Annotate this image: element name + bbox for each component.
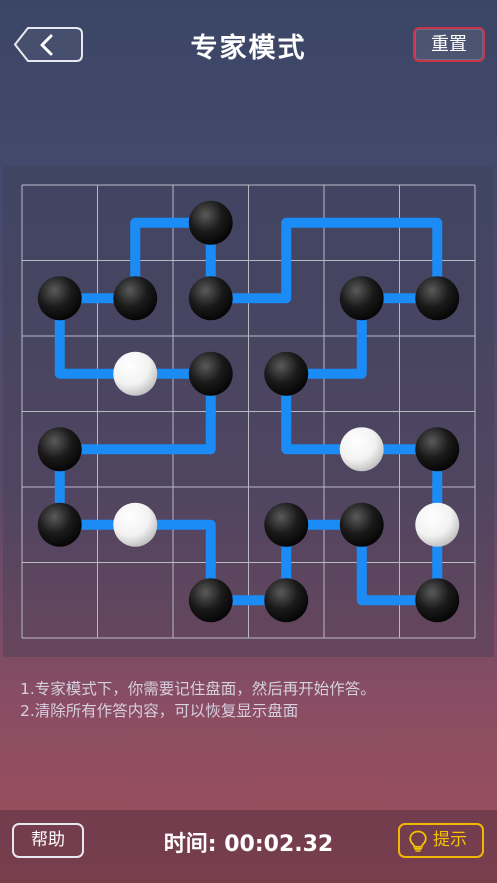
black-stone[interactable] [113, 276, 158, 321]
game-board[interactable] [3, 166, 494, 657]
black-stone[interactable] [415, 427, 460, 472]
instructions: 1.专家模式下，你需要记住盘面，然后再开始作答。 2.清除所有作答内容，可以恢复… [20, 678, 490, 722]
help-button[interactable]: 帮助 [12, 823, 84, 858]
white-stone[interactable] [113, 502, 158, 547]
black-stone[interactable] [339, 502, 384, 547]
black-stone[interactable] [188, 200, 233, 245]
white-stone[interactable] [113, 351, 158, 396]
black-stone[interactable] [37, 276, 82, 321]
board-grid [21, 184, 476, 639]
timer: 时间: 00:02.32 [163, 832, 334, 857]
black-stone[interactable] [188, 276, 233, 321]
header: 专家模式 重置 [0, 0, 497, 90]
black-stone[interactable] [339, 276, 384, 321]
black-stone[interactable] [188, 578, 233, 623]
white-stone[interactable] [339, 427, 384, 472]
hint-button[interactable]: 提示 [398, 823, 484, 858]
black-stone[interactable] [264, 578, 309, 623]
black-stone[interactable] [264, 351, 309, 396]
lightbulb-icon [409, 830, 427, 852]
black-stone[interactable] [37, 427, 82, 472]
black-stone[interactable] [264, 502, 309, 547]
black-stone[interactable] [37, 502, 82, 547]
reset-button[interactable]: 重置 [413, 27, 485, 62]
instruction-line-1: 1.专家模式下，你需要记住盘面，然后再开始作答。 [20, 680, 376, 698]
black-stone[interactable] [188, 351, 233, 396]
hint-label: 提示 [433, 830, 467, 850]
white-stone[interactable] [415, 502, 460, 547]
black-stone[interactable] [415, 578, 460, 623]
black-stone[interactable] [415, 276, 460, 321]
instruction-line-2: 2.清除所有作答内容，可以恢复显示盘面 [20, 702, 299, 720]
